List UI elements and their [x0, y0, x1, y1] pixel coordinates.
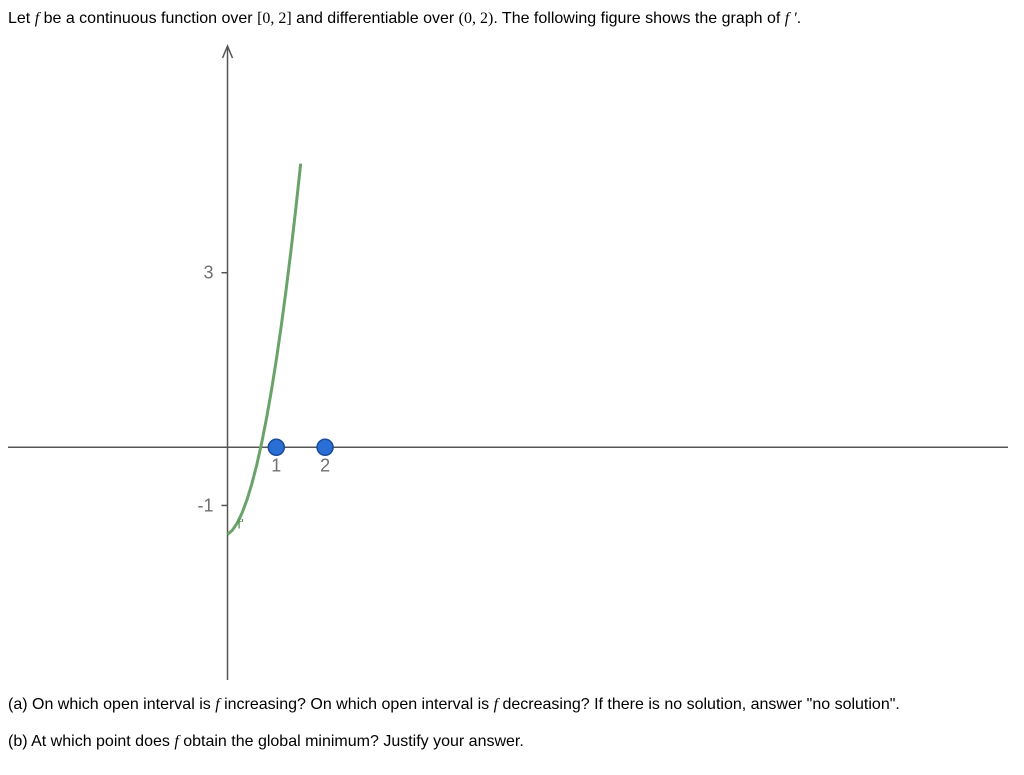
intro-let: Let [8, 10, 35, 27]
intro-fprime: f ′ [785, 10, 797, 27]
problem-intro: Let f be a continuous function over [0, … [8, 8, 1016, 30]
data-point [317, 440, 333, 456]
y-tick-label: 3 [203, 263, 213, 283]
qb-suffix: obtain the global minimum? Justify your … [179, 733, 524, 750]
intro-period: . [797, 10, 801, 27]
intro-cont3: . The following figure shows the graph o… [493, 10, 784, 27]
graph-of-f-prime: -1 3 1 2 f' [8, 40, 1008, 680]
qa-mid2: decreasing? If there is no solution, ans… [498, 696, 900, 713]
question-b: (b) At which point does f obtain the glo… [8, 731, 1016, 753]
x-tick-label: 2 [320, 456, 330, 476]
y-tick-label: -1 [197, 496, 213, 516]
data-point [268, 440, 284, 456]
intro-interval-closed: [0, 2] [257, 10, 292, 27]
intro-interval-open: (0, 2) [459, 10, 494, 27]
x-tick-label: 1 [271, 456, 281, 476]
qa-mid1: increasing? On which open interval is [220, 696, 494, 713]
qb-prefix: (b) At which point does [8, 733, 174, 750]
fprime-label: f' [237, 516, 244, 532]
intro-cont2: and differentiable over [292, 10, 459, 27]
intro-cont1: be a continuous function over [39, 10, 257, 27]
question-a: (a) On which open interval is f increasi… [8, 694, 1016, 716]
qa-prefix: (a) On which open interval is [8, 696, 215, 713]
fprime-curve [228, 164, 301, 535]
